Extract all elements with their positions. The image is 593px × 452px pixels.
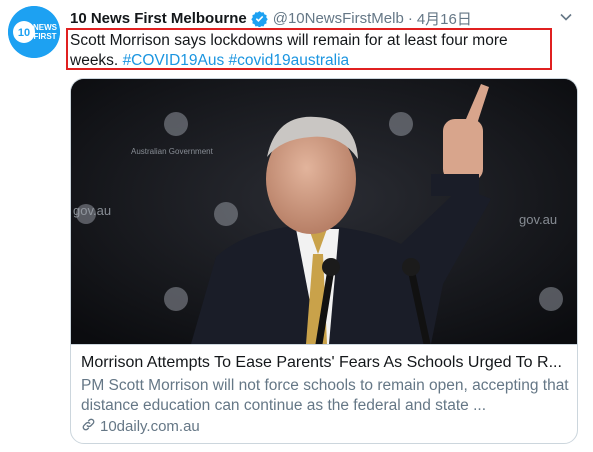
separator-dot: · xyxy=(407,9,413,27)
card-domain-link[interactable]: 10daily.com.au xyxy=(81,417,200,436)
hashtag-link[interactable]: #covid19australia xyxy=(229,52,350,69)
logo-number: 10 xyxy=(18,27,30,39)
author-name[interactable]: 10 News First Melbourne xyxy=(70,10,247,27)
card-body[interactable]: Morrison Attempts To Ease Parents' Fears… xyxy=(71,344,577,443)
hashtag-link[interactable]: #COVID19Aus xyxy=(123,52,225,69)
author-handle[interactable]: @10NewsFirstMelb xyxy=(273,10,404,27)
tweet-date[interactable]: 4月16日 xyxy=(417,8,472,29)
verified-badge-icon xyxy=(251,10,268,27)
news-first-logo: 10 NEWS FIRST xyxy=(8,6,60,58)
chevron-down-icon[interactable] xyxy=(559,10,573,27)
link-icon xyxy=(81,417,100,436)
tweet-header: 10 News First Melbourne @10NewsFirstMelb… xyxy=(70,8,583,28)
press-conference-photo: gov.au gov.au Australian Government xyxy=(71,79,577,348)
card-description: PM Scott Morrison will not force schools… xyxy=(81,377,569,414)
backdrop-text: Australian Government xyxy=(131,147,214,156)
backdrop-text: gov.au xyxy=(73,203,111,218)
backdrop-text: gov.au xyxy=(519,212,557,227)
logo-word-news: NEWS xyxy=(33,23,58,32)
link-card[interactable]: gov.au gov.au Australian Government Morr… xyxy=(70,78,578,444)
card-image[interactable]: gov.au gov.au Australian Government xyxy=(71,79,577,348)
card-domain[interactable]: 10daily.com.au xyxy=(100,418,200,435)
logo-word-first: FIRST xyxy=(33,32,56,41)
card-title[interactable]: Morrison Attempts To Ease Parents' Fears… xyxy=(81,354,569,372)
avatar[interactable]: 10 NEWS FIRST xyxy=(8,6,60,58)
tweet-text: Scott Morrison says lockdowns will remai… xyxy=(66,28,552,70)
